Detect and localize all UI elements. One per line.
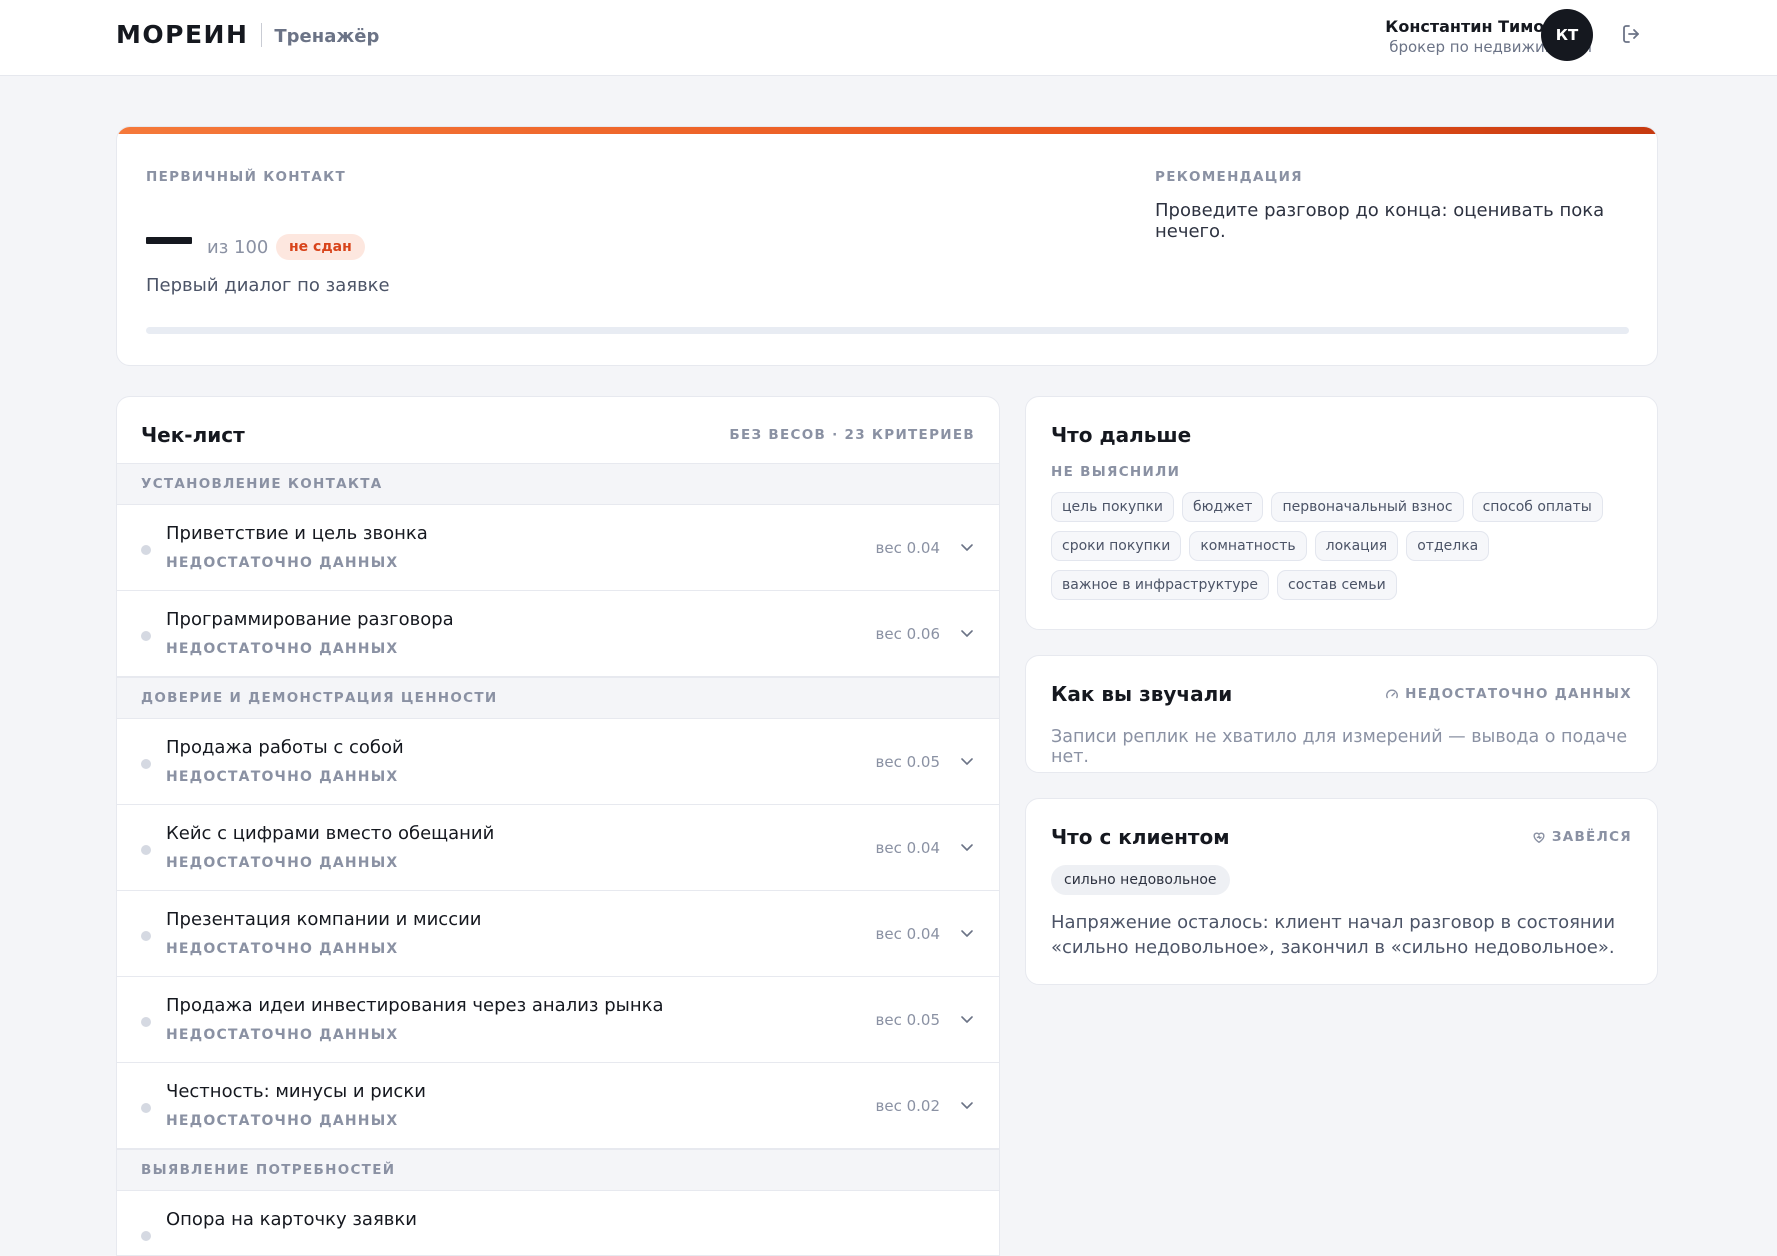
criterion-weight: вес 0.04 — [875, 925, 940, 943]
criterion-weight: вес 0.05 — [875, 1011, 940, 1029]
voice-analysis-text: Записи реплик не хватило для измерений —… — [1051, 727, 1628, 767]
criterion-row[interactable]: Программирование разговора НЕДОСТАТОЧНО … — [117, 591, 999, 677]
recommendation-text: Проведите разговор до конца: оценивать п… — [1155, 200, 1605, 242]
criterion-weight: вес 0.04 — [875, 839, 940, 857]
criterion-status: НЕДОСТАТОЧНО ДАННЫХ — [166, 555, 399, 571]
heart-icon — [1533, 832, 1545, 843]
status-badge: не сдан — [276, 234, 365, 260]
topic-tag: способ оплаты — [1471, 492, 1603, 522]
chevron-down-icon[interactable] — [959, 539, 975, 555]
chevron-down-icon[interactable] — [959, 1097, 975, 1113]
criterion-row[interactable]: Кейс с цифрами вместо обещаний НЕДОСТАТО… — [117, 805, 999, 891]
brand[interactable]: МОРЕИН Тренажёр — [116, 20, 379, 49]
score-summary-card: ПЕРВИЧНЫЙ КОНТАКТ из 100 не сдан Первый … — [116, 126, 1658, 366]
checklist-title: Чек-лист — [141, 423, 245, 447]
chevron-down-icon[interactable] — [959, 625, 975, 641]
criterion-status: НЕДОСТАТОЧНО ДАННЫХ — [166, 769, 399, 785]
criterion-title: Презентация компании и миссии — [166, 909, 482, 930]
avatar[interactable]: КТ — [1541, 9, 1593, 61]
checklist-list: УСТАНОВЛЕНИЕ КОНТАКТА Приветствие и цель… — [117, 463, 999, 1255]
topic-tag: важное в инфраструктуре — [1051, 570, 1270, 600]
criterion-title: Продажа идеи инвестирования через анализ… — [166, 995, 664, 1016]
topic-tag: первоначальный взнос — [1271, 492, 1464, 522]
topic-tag: сроки покупки — [1051, 531, 1182, 561]
logout-icon[interactable] — [1620, 22, 1644, 46]
status-dot — [141, 1017, 151, 1027]
summary-accent-bar — [117, 127, 1657, 134]
topic-tag: бюджет — [1181, 492, 1264, 522]
voice-analysis-status-text: НЕДОСТАТОЧНО ДАННЫХ — [1405, 686, 1632, 702]
status-dot — [141, 845, 151, 855]
criterion-title: Кейс с цифрами вместо обещаний — [166, 823, 495, 844]
criterion-status: НЕДОСТАТОЧНО ДАННЫХ — [166, 1027, 399, 1043]
scenario-label: ПЕРВИЧНЫЙ КОНТАКТ — [146, 169, 347, 185]
voice-analysis-title: Как вы звучали — [1051, 682, 1233, 706]
scenario-description: Первый диалог по заявке — [146, 275, 390, 296]
checklist-section-header: УСТАНОВЛЕНИЕ КОНТАКТА — [117, 463, 999, 505]
checklist-meta: БЕЗ ВЕСОВ · 23 КРИТЕРИЕВ — [729, 427, 975, 443]
topic-tag: комнатность — [1189, 531, 1307, 561]
chevron-down-icon[interactable] — [959, 1011, 975, 1027]
criterion-row[interactable]: Презентация компании и миссии НЕДОСТАТОЧ… — [117, 891, 999, 977]
score-progress-bar — [146, 327, 1629, 334]
brand-divider — [261, 22, 263, 47]
score-max: из 100 — [207, 237, 269, 258]
client-state-text: Напряжение осталось: клиент начал разгов… — [1051, 912, 1616, 958]
criterion-row[interactable]: Продажа работы с собой НЕДОСТАТОЧНО ДАНН… — [117, 719, 999, 805]
client-state-status-text: ЗАВЁЛСЯ — [1551, 829, 1632, 845]
emotion-chip: сильно недовольное — [1051, 865, 1230, 895]
score-placeholder-dash — [146, 237, 192, 244]
criterion-row[interactable]: Приветствие и цель звонка НЕДОСТАТОЧНО Д… — [117, 505, 999, 591]
criterion-weight: вес 0.05 — [875, 753, 940, 771]
criterion-row[interactable]: Продажа идеи инвестирования через анализ… — [117, 977, 999, 1063]
client-state-card: Что с клиентом ЗАВЁЛСЯ сильно недовольно… — [1025, 798, 1658, 985]
voice-analysis-card: Как вы звучали НЕДОСТАТОЧНО ДАННЫХ Запис… — [1025, 655, 1658, 773]
chevron-down-icon[interactable] — [959, 753, 975, 769]
brand-logo[interactable]: МОРЕИН — [116, 20, 248, 49]
status-dot — [141, 545, 151, 555]
status-dot — [141, 631, 151, 641]
criterion-status: НЕДОСТАТОЧНО ДАННЫХ — [166, 641, 399, 657]
status-dot — [141, 1103, 151, 1113]
gauge-icon — [1386, 689, 1399, 699]
criterion-title: Программирование разговора — [166, 609, 454, 630]
criterion-row[interactable]: Опора на карточку заявки — [117, 1191, 999, 1255]
topic-tag: отделка — [1406, 531, 1490, 561]
product-name: Тренажёр — [274, 25, 380, 47]
topic-tags: цель покупки бюджет первоначальный взнос… — [1051, 492, 1641, 600]
topic-tag: цель покупки — [1051, 492, 1174, 522]
client-state-status: ЗАВЁЛСЯ — [1532, 829, 1632, 845]
chevron-down-icon[interactable] — [959, 839, 975, 855]
next-steps-title: Что дальше — [1051, 423, 1192, 447]
voice-analysis-status: НЕДОСТАТОЧНО ДАННЫХ — [1385, 686, 1632, 702]
checklist-card: Чек-лист БЕЗ ВЕСОВ · 23 КРИТЕРИЕВ УСТАНО… — [116, 396, 1000, 1256]
status-dot — [141, 759, 151, 769]
criterion-status: НЕДОСТАТОЧНО ДАННЫХ — [166, 855, 399, 871]
section-title: УСТАНОВЛЕНИЕ КОНТАКТА — [141, 476, 383, 492]
client-state-title: Что с клиентом — [1051, 825, 1230, 849]
criterion-weight: вес 0.06 — [875, 625, 940, 643]
criterion-status: НЕДОСТАТОЧНО ДАННЫХ — [166, 941, 399, 957]
status-dot — [141, 931, 151, 941]
status-dot — [141, 1231, 151, 1241]
checklist-section-header: ДОВЕРИЕ И ДЕМОНСТРАЦИЯ ЦЕННОСТИ — [117, 677, 999, 719]
topic-tag: локация — [1314, 531, 1399, 561]
top-bar: МОРЕИН Тренажёр Константин Тимофеев брок… — [0, 0, 1777, 76]
criterion-status: НЕДОСТАТОЧНО ДАННЫХ — [166, 1113, 399, 1129]
checklist-section-header: ВЫЯВЛЕНИЕ ПОТРЕБНОСТЕЙ — [117, 1149, 999, 1191]
criterion-weight: вес 0.04 — [875, 539, 940, 557]
next-steps-card: Что дальше НЕ ВЫЯСНИЛИ цель покупки бюдж… — [1025, 396, 1658, 630]
criterion-title: Приветствие и цель звонка — [166, 523, 428, 544]
criterion-weight: вес 0.02 — [875, 1097, 940, 1115]
section-title: ДОВЕРИЕ И ДЕМОНСТРАЦИЯ ЦЕННОСТИ — [141, 690, 498, 706]
topic-tag: состав семьи — [1277, 570, 1397, 600]
next-steps-subtitle: НЕ ВЫЯСНИЛИ — [1051, 464, 1181, 480]
criterion-title: Продажа работы с собой — [166, 737, 404, 758]
recommendation-label: РЕКОМЕНДАЦИЯ — [1155, 169, 1303, 185]
criterion-title: Честность: минусы и риски — [166, 1081, 426, 1102]
section-title: ВЫЯВЛЕНИЕ ПОТРЕБНОСТЕЙ — [141, 1162, 396, 1178]
criterion-row[interactable]: Честность: минусы и риски НЕДОСТАТОЧНО Д… — [117, 1063, 999, 1149]
chevron-down-icon[interactable] — [959, 925, 975, 941]
